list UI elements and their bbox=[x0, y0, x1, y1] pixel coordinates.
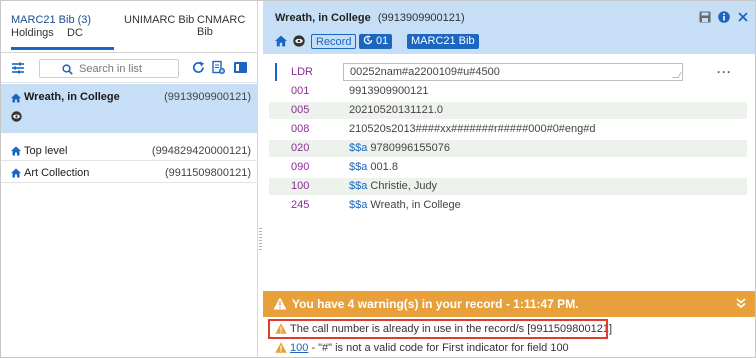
field-tag: 008 bbox=[291, 123, 310, 135]
home-icon bbox=[11, 168, 21, 178]
record-mms-id: (994829420000121) bbox=[151, 145, 251, 157]
filter-sliders-icon[interactable] bbox=[11, 61, 25, 75]
marc-field-row[interactable]: 245 $$a Wreath, in College bbox=[269, 197, 747, 214]
field-value: 210520s2013####xx#######r#####000#0#eng#… bbox=[349, 123, 596, 135]
marc-field-row[interactable]: 008 210520s2013####xx#######r#####000#0#… bbox=[269, 121, 747, 138]
more-options-button[interactable]: ··· bbox=[717, 65, 732, 79]
collapse-chevron-icon[interactable] bbox=[735, 297, 747, 309]
tab-dc[interactable]: DC bbox=[67, 27, 83, 39]
field-value: $$a Wreath, in College bbox=[349, 199, 461, 211]
record-list-panel: MARC21 Bib (3) UNIMARC Bib CNMARC Bib Ho… bbox=[1, 1, 258, 357]
warning-icon bbox=[275, 342, 287, 353]
record-editor-panel: Wreath, in College (9913909900121) Recor… bbox=[263, 1, 755, 357]
pane-resize-handle[interactable] bbox=[259, 228, 262, 252]
field-tag: 100 bbox=[291, 180, 310, 192]
warning-text: 100 - "#" is not a valid code for First … bbox=[290, 342, 569, 354]
field-value: 9913909900121 bbox=[349, 85, 429, 97]
record-title: Art Collection bbox=[24, 167, 90, 179]
marc-field-row[interactable]: 100 $$a Christie, Judy bbox=[269, 178, 747, 195]
record-mms-id: (9911509800121) bbox=[164, 167, 251, 179]
warning-message: 100 - "#" is not a valid code for First … bbox=[263, 339, 755, 358]
warning-highlight-box bbox=[268, 319, 608, 339]
suppressed-eye-icon bbox=[293, 35, 305, 47]
field-value: 00252nam#a2200109#u#4500 bbox=[350, 66, 500, 78]
add-record-icon[interactable] bbox=[211, 60, 226, 75]
field-tag: LDR bbox=[291, 66, 314, 78]
format-tabs: MARC21 Bib (3) UNIMARC Bib CNMARC Bib Ho… bbox=[1, 1, 257, 53]
search-icon bbox=[62, 64, 73, 75]
field-value: $$a Christie, Judy bbox=[349, 180, 437, 192]
textarea-resize-grip[interactable] bbox=[672, 72, 682, 78]
field-tag: 090 bbox=[291, 161, 310, 173]
field-value-input[interactable]: 00252nam#a2200109#u#4500 bbox=[343, 63, 683, 81]
field-tag: 005 bbox=[291, 104, 310, 116]
record-heading: Wreath, in College (9913909900121) bbox=[275, 12, 465, 24]
record-type-badge: Record bbox=[311, 34, 357, 49]
home-icon bbox=[11, 146, 21, 156]
marc-field-row[interactable]: 001 9913909900121 bbox=[269, 83, 747, 100]
list-item[interactable]: Art Collection (9911509800121) bbox=[1, 162, 258, 183]
current-line-marker bbox=[275, 63, 277, 81]
subfield-code: $$a bbox=[349, 180, 368, 192]
marc-field-row[interactable]: 005 20210520131121.0 bbox=[269, 102, 747, 119]
field-tag: 001 bbox=[291, 85, 310, 97]
row-divider bbox=[1, 182, 258, 183]
tab-holdings[interactable]: Holdings bbox=[11, 27, 54, 39]
row-divider bbox=[1, 160, 258, 161]
marc-field-row[interactable]: 090 $$a 001.8 bbox=[269, 159, 747, 176]
warning-field-link[interactable]: 100 bbox=[290, 342, 308, 354]
subfield-value: Wreath, in College bbox=[370, 199, 461, 211]
subfield-code: $$a bbox=[349, 161, 368, 173]
record-mms-id: (9913909900121) bbox=[164, 91, 251, 103]
subfield-value: 9780996155076 bbox=[370, 142, 450, 154]
editor-record-title: Wreath, in College bbox=[275, 12, 371, 24]
split-view-icon[interactable] bbox=[233, 60, 248, 75]
marc-field-row[interactable]: LDR 00252nam#a2200109#u#4500 ··· bbox=[269, 63, 747, 82]
warnings-banner[interactable]: You have 4 warning(s) in your record - 1… bbox=[263, 291, 755, 317]
field-tag: 245 bbox=[291, 199, 310, 211]
marc-field-row[interactable]: 020 $$a 9780996155076 bbox=[269, 140, 747, 157]
field-value: $$a 9780996155076 bbox=[349, 142, 450, 154]
info-icon[interactable] bbox=[718, 11, 730, 23]
list-toolbar: Search in list bbox=[1, 53, 257, 83]
version-number: 01 bbox=[376, 35, 389, 47]
search-placeholder: Search in list bbox=[79, 63, 142, 75]
header-actions bbox=[695, 11, 749, 23]
tab-cnmarc-bib[interactable]: CNMARC Bib bbox=[197, 14, 257, 38]
subfield-code: $$a bbox=[349, 142, 368, 154]
list-item-selected[interactable]: Wreath, in College (9913909900121) bbox=[1, 84, 258, 133]
field-value: $$a 001.8 bbox=[349, 161, 398, 173]
marc-field-list: LDR 00252nam#a2200109#u#4500 ··· 001 991… bbox=[269, 61, 747, 246]
home-icon bbox=[275, 35, 287, 47]
list-item[interactable]: Top level (994829420000121) bbox=[1, 140, 258, 161]
tab-marc21-bib[interactable]: MARC21 Bib (3) bbox=[11, 14, 91, 26]
warning-icon bbox=[273, 297, 287, 310]
subfield-code: $$a bbox=[349, 199, 368, 211]
editor-mms-id: (9913909900121) bbox=[377, 12, 465, 24]
subfield-value: 001.8 bbox=[370, 161, 398, 173]
field-value: 20210520131121.0 bbox=[349, 104, 444, 116]
tab-unimarc-bib[interactable]: UNIMARC Bib bbox=[124, 14, 194, 26]
format-badge: MARC21 Bib bbox=[407, 34, 479, 49]
active-tab-indicator bbox=[11, 47, 114, 50]
editor-header: Wreath, in College (9913909900121) Recor… bbox=[263, 1, 755, 54]
close-icon[interactable] bbox=[737, 11, 749, 23]
suppressed-eye-icon bbox=[11, 111, 22, 122]
warnings-summary: You have 4 warning(s) in your record - 1… bbox=[292, 297, 579, 311]
warning-detail: - "#" is not a valid code for First indi… bbox=[308, 342, 569, 354]
field-tag: 020 bbox=[291, 142, 310, 154]
record-title: Top level bbox=[24, 145, 68, 157]
record-title: Wreath, in College bbox=[24, 91, 120, 103]
home-icon bbox=[11, 93, 21, 103]
refresh-icon[interactable] bbox=[191, 60, 206, 75]
save-icon[interactable] bbox=[699, 11, 711, 23]
history-icon bbox=[363, 35, 373, 45]
search-input[interactable]: Search in list bbox=[39, 59, 179, 78]
version-badge[interactable]: 01 bbox=[359, 34, 393, 49]
subfield-value: Christie, Judy bbox=[370, 180, 438, 192]
